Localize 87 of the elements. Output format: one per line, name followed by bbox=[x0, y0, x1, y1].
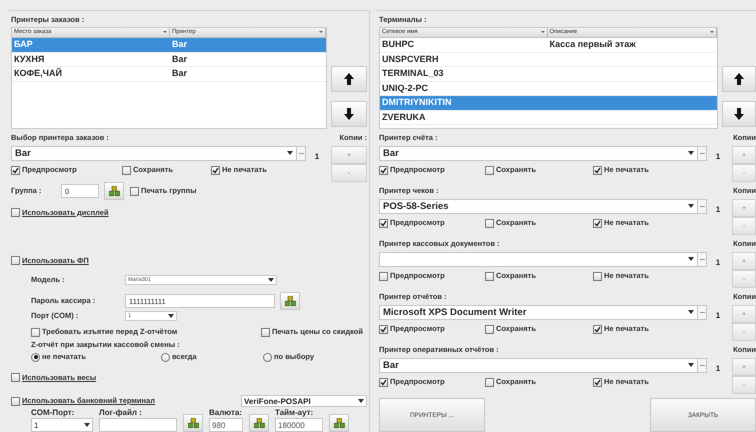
move-down-button[interactable] bbox=[722, 101, 756, 127]
field-label: Тайм-аут: bbox=[275, 408, 314, 418]
table-cell-text: UNIQ-2-PC bbox=[381, 82, 430, 95]
caret-icon bbox=[287, 151, 293, 155]
copies-count: 1 bbox=[314, 151, 320, 161]
table-cell-text: Bar bbox=[170, 67, 188, 80]
table-cell-text: БАР bbox=[13, 38, 34, 51]
down-arrow-icon bbox=[734, 108, 744, 120]
dash-icon bbox=[700, 364, 704, 366]
table-row[interactable]: UNSPCVERH bbox=[380, 52, 717, 67]
terminal-dropdown[interactable]: VeriFone-POSAPI bbox=[241, 395, 367, 407]
table-cell-text: Bar bbox=[170, 52, 188, 66]
checkmark-icon bbox=[380, 326, 387, 332]
copies-count: 1 bbox=[714, 204, 722, 214]
move-up-button[interactable] bbox=[722, 66, 756, 92]
table-cell-text: Касса первый этаж bbox=[548, 38, 637, 51]
move-up-button[interactable] bbox=[331, 66, 367, 92]
field-label: Валюта: bbox=[209, 408, 243, 418]
table-cell-text: TERMINAL_03 bbox=[381, 67, 445, 80]
checkmark-icon bbox=[594, 166, 601, 174]
printer-dropdown[interactable]: Bar bbox=[379, 358, 698, 372]
dash-icon bbox=[700, 258, 704, 260]
caret-icon bbox=[168, 314, 174, 318]
printer-dropdown[interactable]: POS-58-Series bbox=[379, 198, 698, 214]
up-arrow-icon bbox=[344, 73, 354, 85]
checkmark-icon bbox=[12, 166, 19, 174]
clear-button[interactable] bbox=[698, 358, 707, 372]
input-field[interactable]: 980 bbox=[209, 418, 243, 432]
printer-dropdown[interactable]: Microsoft XPS Document Writer bbox=[379, 304, 698, 320]
caret-icon bbox=[688, 151, 694, 155]
table-cell-text: ZVERUKA bbox=[381, 110, 427, 124]
caret-icon bbox=[688, 257, 694, 261]
checkmark-icon bbox=[594, 326, 601, 332]
copies-count: 1 bbox=[714, 310, 722, 320]
table-row[interactable]: BUHPC Касса первый этаж bbox=[380, 38, 717, 52]
input-field[interactable] bbox=[99, 418, 177, 432]
input-field[interactable]: 180000 bbox=[275, 418, 323, 432]
dash-icon bbox=[298, 152, 304, 154]
caret-icon bbox=[84, 423, 90, 427]
clear-button[interactable] bbox=[698, 198, 707, 214]
blocks-icon bbox=[108, 186, 120, 196]
caret-icon bbox=[688, 204, 694, 208]
clear-button[interactable] bbox=[698, 304, 707, 320]
caret-icon bbox=[358, 399, 364, 403]
table-cell-text: Bar bbox=[170, 38, 188, 51]
dash-icon bbox=[700, 152, 704, 154]
lookup-button[interactable] bbox=[280, 292, 300, 310]
move-down-button[interactable] bbox=[331, 101, 367, 127]
printer-dropdown[interactable]: Bar bbox=[379, 146, 698, 160]
table-cell-text: КУХНЯ bbox=[13, 52, 46, 66]
table-row[interactable]: ZVERUKA bbox=[380, 110, 717, 125]
checkmark-icon bbox=[380, 220, 387, 226]
field-label: Лог-файл : bbox=[99, 408, 143, 418]
blocks-icon bbox=[284, 296, 296, 306]
clear-button[interactable] bbox=[698, 146, 707, 160]
table-row[interactable]: КУХНЯ Bar bbox=[12, 52, 326, 67]
lookup-button[interactable] bbox=[249, 414, 269, 432]
field-label: COM-Порт: bbox=[31, 408, 76, 418]
caret-icon bbox=[688, 310, 694, 314]
checkmark-icon bbox=[380, 378, 387, 386]
checkmark-icon bbox=[594, 220, 601, 226]
blocks-icon bbox=[188, 418, 198, 428]
checkmark-icon bbox=[212, 166, 219, 174]
table-cell-text: UNSPCVERH bbox=[381, 52, 440, 66]
lookup-button[interactable] bbox=[329, 414, 349, 432]
down-arrow-icon bbox=[344, 108, 354, 120]
copies-count: 1 bbox=[714, 363, 722, 373]
blocks-icon bbox=[334, 418, 344, 428]
port-dropdown[interactable]: 1 bbox=[31, 418, 93, 432]
up-arrow-icon bbox=[734, 73, 744, 85]
copies-count: 1 bbox=[714, 151, 722, 161]
table-cell-text: КОФЕ,ЧАЙ bbox=[13, 67, 63, 80]
table-cell-text: DMITRIYNIKITIN bbox=[381, 96, 452, 109]
clear-button[interactable] bbox=[698, 252, 707, 266]
blocks-icon bbox=[254, 418, 264, 428]
table-row[interactable]: КОФЕ,ЧАЙ Bar bbox=[12, 67, 326, 82]
copies-count: 1 bbox=[714, 257, 722, 267]
printer-dropdown[interactable]: Bar bbox=[11, 146, 297, 160]
caret-icon bbox=[688, 363, 694, 367]
checkmark-icon bbox=[594, 378, 601, 386]
clear-button[interactable] bbox=[297, 146, 306, 160]
lookup-button[interactable] bbox=[104, 182, 124, 200]
checkmark-icon bbox=[380, 166, 387, 174]
lookup-button[interactable] bbox=[183, 414, 203, 432]
table-cell-text: BUHPC bbox=[381, 38, 416, 51]
table-row[interactable]: TERMINAL_03 bbox=[380, 67, 717, 82]
caret-icon bbox=[268, 278, 274, 282]
